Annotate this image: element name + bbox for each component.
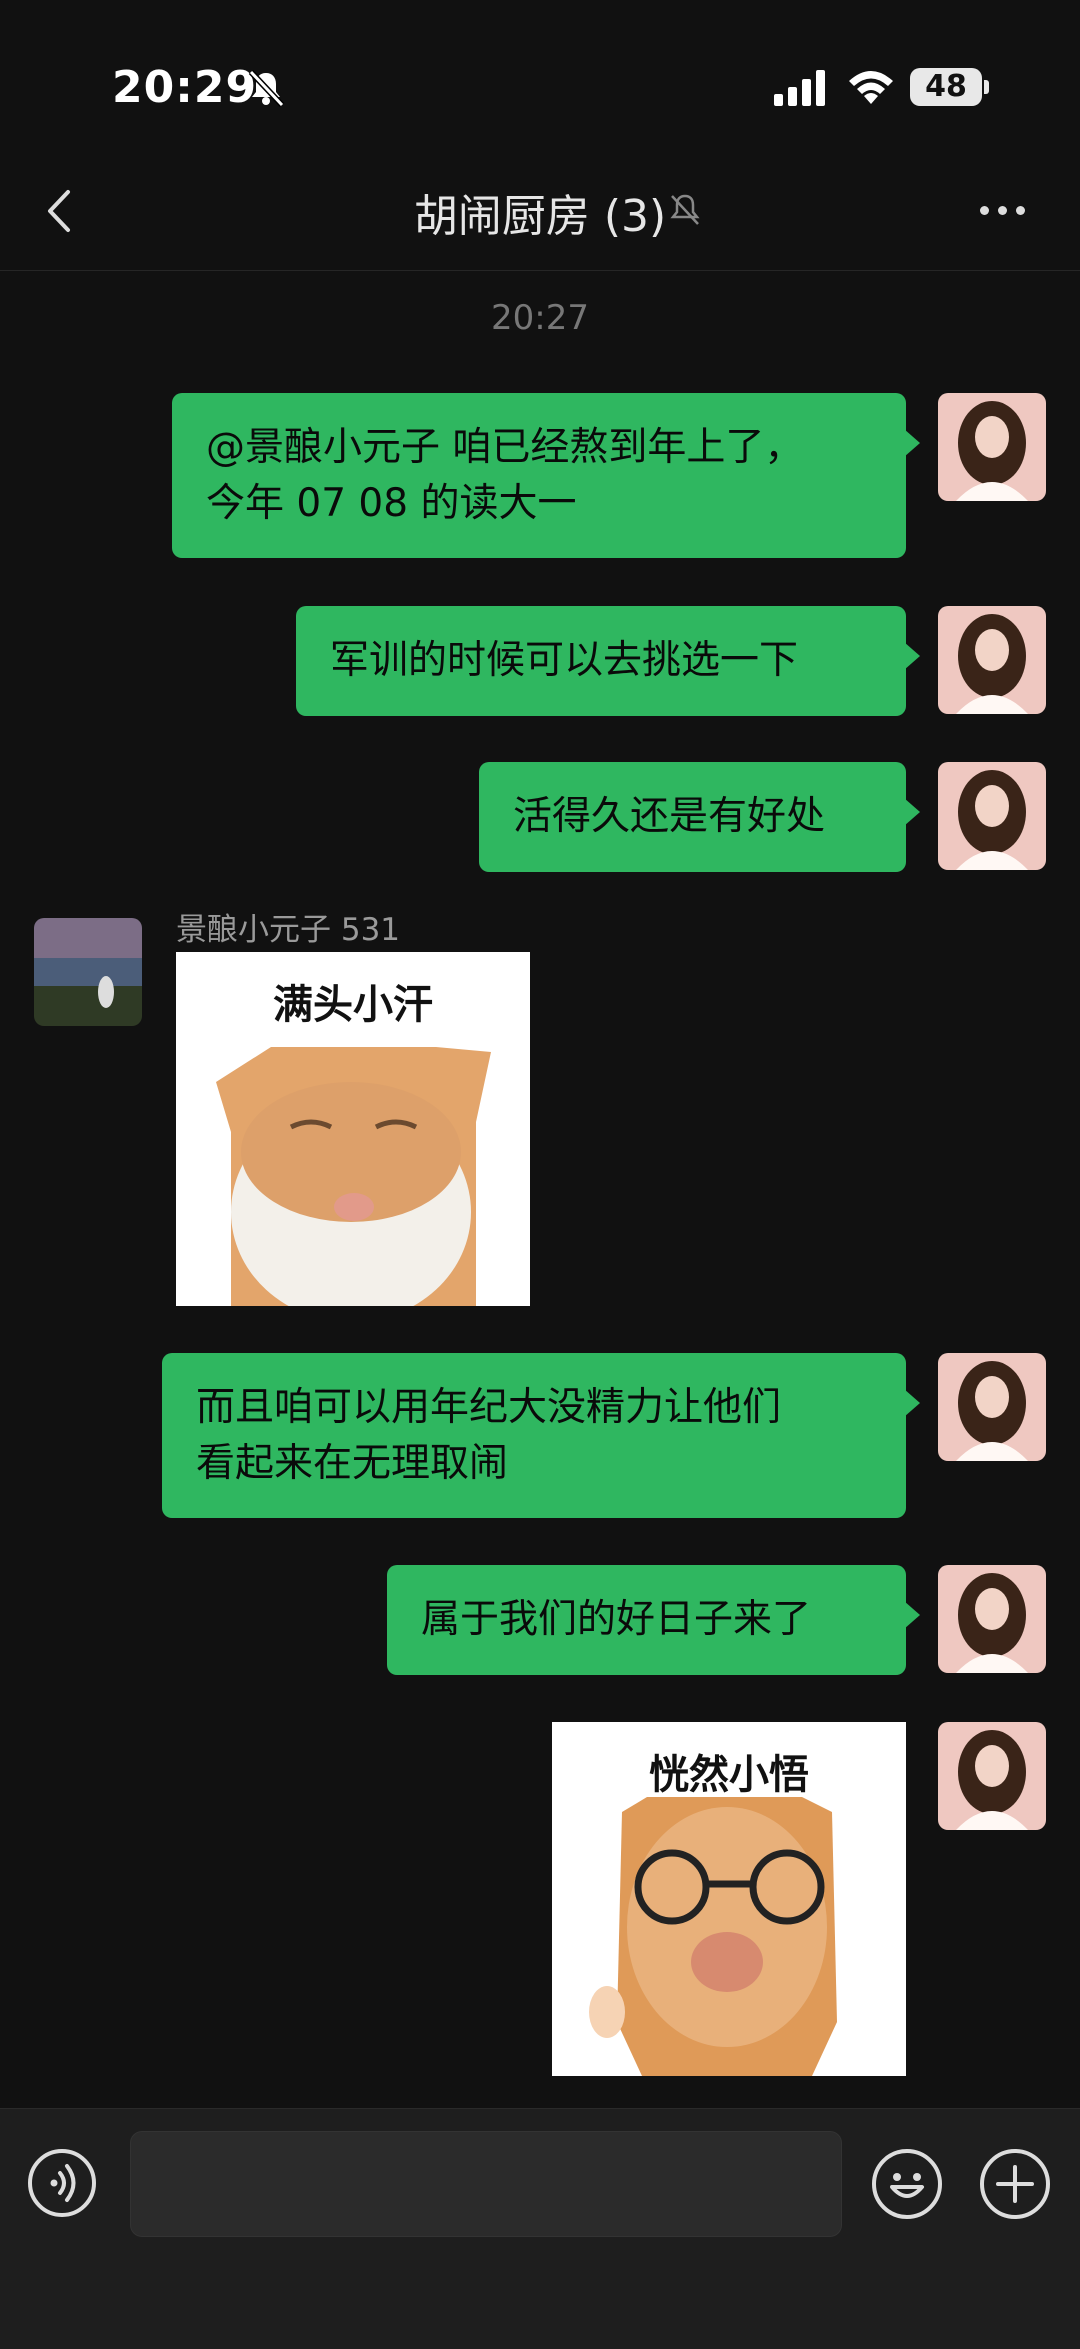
- message-input[interactable]: [130, 2131, 842, 2237]
- status-bar: 20:29 48: [0, 0, 1080, 150]
- sender-name: 景酿小元子 531: [176, 912, 401, 948]
- wifi-icon: [849, 71, 893, 104]
- voice-input-button[interactable]: [28, 2149, 96, 2217]
- more-options-icon[interactable]: [980, 200, 1034, 219]
- status-time: 20:29: [112, 62, 258, 113]
- bell-muted-icon: [670, 194, 700, 225]
- cellular-signal-icon: [774, 70, 825, 106]
- message-text-line: 而且咱可以用年纪大没精力让他们: [196, 1385, 782, 1430]
- input-bar: [0, 2108, 1080, 2349]
- plus-icon: [996, 2165, 1034, 2203]
- sender-avatar[interactable]: [34, 918, 142, 1026]
- my-avatar[interactable]: [938, 1353, 1046, 1461]
- message-bubble-outgoing[interactable]: @景酿小元子 咱已经熬到年上了， 今年 07 08 的读大一: [172, 393, 920, 558]
- sticker-image[interactable]: 满头小汗: [176, 952, 530, 1306]
- my-avatar[interactable]: [938, 762, 1046, 870]
- my-avatar[interactable]: [938, 606, 1046, 714]
- battery-indicator: 48: [910, 68, 982, 106]
- bell-muted-icon: [248, 69, 285, 108]
- my-avatar[interactable]: [938, 1722, 1046, 1830]
- emoji-button[interactable]: [872, 2149, 942, 2219]
- message-text: 属于我们的好日子来了: [421, 1597, 812, 1642]
- message-text-line: 看起来在无理取闹: [196, 1441, 509, 1486]
- chat-header: 胡闹厨房 (3): [0, 150, 1080, 271]
- message-text: 活得久还是有好处: [513, 794, 826, 839]
- message-text-line: 今年 07 08 的读大一: [206, 481, 577, 526]
- chat-title: 胡闹厨房 (3): [413, 191, 667, 242]
- emoji-icon: [890, 2173, 924, 2198]
- battery-nub: [984, 80, 989, 94]
- message-timestamp: 20:27: [491, 298, 589, 338]
- sticker-image[interactable]: 恍然小悟: [552, 1722, 906, 2076]
- voice-icon: [50, 2164, 76, 2202]
- message-bubble-outgoing[interactable]: 活得久还是有好处: [479, 762, 920, 872]
- message-bubble-outgoing[interactable]: 而且咱可以用年纪大没精力让他们 看起来在无理取闹: [162, 1353, 920, 1518]
- message-text: 军训的时候可以去挑选一下: [330, 638, 799, 683]
- my-avatar[interactable]: [938, 1565, 1046, 1673]
- more-functions-button[interactable]: [980, 2149, 1050, 2219]
- message-text-line: @景酿小元子 咱已经熬到年上了，: [206, 425, 804, 470]
- message-bubble-outgoing[interactable]: 军训的时候可以去挑选一下: [296, 606, 920, 716]
- my-avatar[interactable]: [938, 393, 1046, 501]
- message-bubble-outgoing[interactable]: 属于我们的好日子来了: [387, 1565, 920, 1675]
